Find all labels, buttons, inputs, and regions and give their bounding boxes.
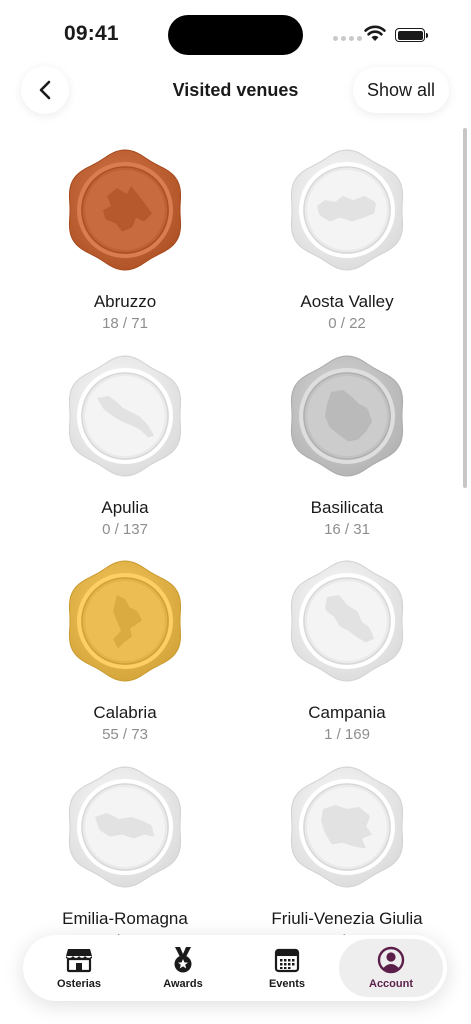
tab-label: Events — [268, 978, 306, 990]
wax-seal-aosta-icon — [290, 149, 404, 271]
badge-item[interactable]: Abruzzo 18 / 71 — [15, 148, 235, 332]
show-all-button[interactable]: Show all — [353, 67, 449, 113]
badge-name: Aosta Valley — [300, 292, 394, 311]
badge-item[interactable]: Campania 1 / 169 — [237, 559, 457, 743]
tab-awards[interactable]: Awards — [131, 939, 235, 997]
badge-name: Basilicata — [310, 498, 384, 517]
badge-name: Calabria — [93, 703, 157, 722]
tab-bar: Osterias Awards Events Account — [23, 935, 447, 1001]
dynamic-island — [168, 15, 303, 55]
badge-item[interactable]: Apulia 0 / 137 — [15, 354, 235, 538]
badge-item[interactable]: Basilicata 16 / 31 — [237, 354, 457, 538]
storefront-icon — [65, 946, 93, 974]
calendar-icon — [273, 946, 301, 974]
badge-count: 0 / 22 — [328, 315, 366, 332]
tab-label: Awards — [163, 978, 203, 990]
badge-count: 18 / 71 — [102, 315, 148, 332]
tab-label: Account — [369, 978, 413, 990]
status-bar: 09:41 — [0, 0, 471, 62]
status-time: 09:41 — [64, 22, 119, 45]
wax-seal-basilicata-icon — [290, 355, 404, 477]
battery-icon — [395, 28, 428, 42]
medal-icon — [169, 946, 197, 974]
badge-count: 0 / 137 — [102, 521, 148, 538]
badge-count: 16 / 31 — [324, 521, 370, 538]
wax-seal-abruzzo-icon — [68, 149, 182, 271]
wax-seal-calabria-icon — [68, 560, 182, 682]
badge-count: 55 / 73 — [102, 726, 148, 743]
badge-name: Campania — [308, 703, 386, 722]
wax-seal-apulia-icon — [68, 355, 182, 477]
wifi-icon — [364, 25, 386, 41]
cellular-signal-icon — [333, 36, 362, 41]
badge-item[interactable]: Emilia-Romagna0 / 118 — [15, 765, 235, 949]
scrollbar[interactable] — [463, 128, 467, 488]
badge-item[interactable]: Friuli-Venezia Giulia0 / 33 — [237, 765, 457, 949]
badge-name: Abruzzo — [93, 292, 157, 311]
wax-seal-emilia-icon — [68, 766, 182, 888]
badge-count: 1 / 169 — [324, 726, 370, 743]
tab-label: Osterias — [56, 978, 102, 990]
badge-name: Emilia-Romagna — [62, 909, 188, 928]
badge-name: Friuli-Venezia Giulia — [271, 909, 423, 928]
badge-name: Apulia — [101, 498, 149, 517]
tab-osterias[interactable]: Osterias — [27, 939, 131, 997]
wax-seal-campania-icon — [290, 560, 404, 682]
badge-item[interactable]: Calabria 55 / 73 — [15, 559, 235, 743]
tab-events[interactable]: Events — [235, 939, 339, 997]
tab-account[interactable]: Account — [339, 939, 443, 997]
badge-item[interactable]: Aosta Valley 0 / 22 — [237, 148, 457, 332]
account-icon — [377, 946, 405, 974]
wax-seal-friuli-icon — [290, 766, 404, 888]
